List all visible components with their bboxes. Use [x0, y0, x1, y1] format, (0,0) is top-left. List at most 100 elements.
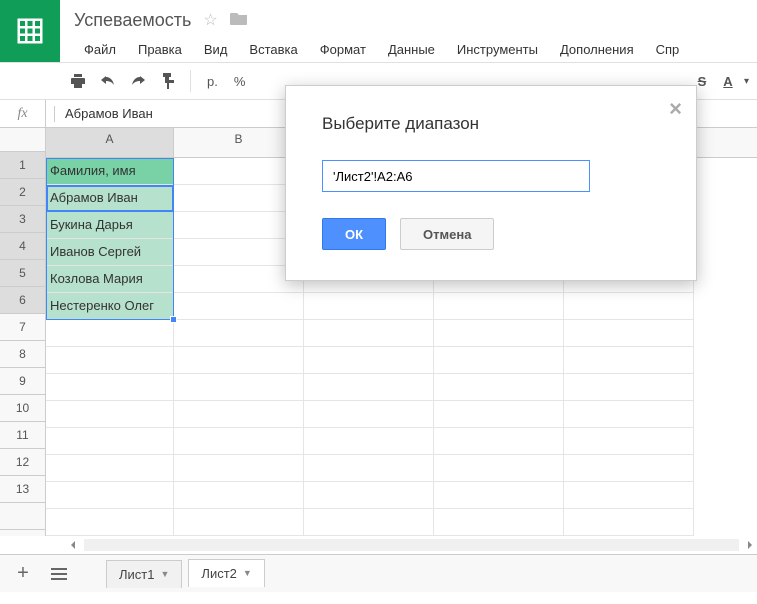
- menu-item[interactable]: Формат: [310, 38, 376, 61]
- chevron-down-icon[interactable]: ▼: [160, 569, 169, 579]
- cell[interactable]: [564, 347, 694, 374]
- cell[interactable]: [174, 401, 304, 428]
- fill-handle[interactable]: [170, 316, 177, 323]
- folder-icon[interactable]: [230, 11, 248, 30]
- currency-format-button[interactable]: р.: [203, 74, 222, 89]
- row-header[interactable]: 2: [0, 179, 45, 206]
- range-input[interactable]: [322, 160, 590, 192]
- cell[interactable]: [304, 455, 434, 482]
- cell[interactable]: [434, 401, 564, 428]
- cell[interactable]: [304, 374, 434, 401]
- cell[interactable]: [46, 347, 174, 374]
- cell[interactable]: Иванов Сергей: [46, 239, 174, 266]
- close-icon[interactable]: ×: [669, 96, 682, 122]
- menu-item[interactable]: Вид: [194, 38, 238, 61]
- cell[interactable]: Фамилия, имя: [46, 158, 174, 185]
- row-header[interactable]: 12: [0, 449, 45, 476]
- cell[interactable]: [564, 482, 694, 509]
- cell[interactable]: [174, 509, 304, 536]
- cell[interactable]: [304, 482, 434, 509]
- row-header[interactable]: 7: [0, 314, 45, 341]
- menu-item[interactable]: Правка: [128, 38, 192, 61]
- scroll-left-icon[interactable]: [66, 538, 80, 552]
- cell[interactable]: [46, 428, 174, 455]
- cell[interactable]: [434, 482, 564, 509]
- cell[interactable]: [174, 455, 304, 482]
- row-header[interactable]: 8: [0, 341, 45, 368]
- cell[interactable]: [564, 509, 694, 536]
- toolbar-more-icon[interactable]: ▾: [744, 76, 749, 87]
- cell[interactable]: [564, 320, 694, 347]
- paint-format-icon[interactable]: [158, 71, 178, 91]
- cell[interactable]: [174, 428, 304, 455]
- cell[interactable]: [434, 347, 564, 374]
- cell[interactable]: [174, 347, 304, 374]
- cell[interactable]: [564, 401, 694, 428]
- horizontal-scrollbar[interactable]: [0, 536, 757, 554]
- all-sheets-button[interactable]: [44, 559, 74, 589]
- cell[interactable]: [304, 428, 434, 455]
- row-header[interactable]: 3: [0, 206, 45, 233]
- row-header[interactable]: 9: [0, 368, 45, 395]
- row-header[interactable]: 11: [0, 422, 45, 449]
- sheet-tab-1[interactable]: Лист1 ▼: [106, 560, 182, 588]
- cancel-button[interactable]: Отмена: [400, 218, 494, 250]
- cell[interactable]: [434, 455, 564, 482]
- menu-item[interactable]: Данные: [378, 38, 445, 61]
- undo-icon[interactable]: [98, 71, 118, 91]
- percent-format-button[interactable]: %: [230, 74, 250, 89]
- cell[interactable]: [564, 428, 694, 455]
- scroll-right-icon[interactable]: [743, 538, 757, 552]
- menu-item[interactable]: Дополнения: [550, 38, 644, 61]
- row-header[interactable]: [0, 503, 45, 530]
- row-header[interactable]: 6: [0, 287, 45, 314]
- add-sheet-button[interactable]: +: [8, 559, 38, 589]
- cell[interactable]: [46, 401, 174, 428]
- cell[interactable]: Букина Дарья: [46, 212, 174, 239]
- cell[interactable]: [434, 374, 564, 401]
- cell[interactable]: [434, 428, 564, 455]
- cell[interactable]: [564, 455, 694, 482]
- cell[interactable]: [46, 482, 174, 509]
- cell[interactable]: [46, 320, 174, 347]
- menu-item[interactable]: Вставка: [239, 38, 307, 61]
- print-icon[interactable]: [68, 71, 88, 91]
- cell[interactable]: [564, 374, 694, 401]
- cell[interactable]: [434, 509, 564, 536]
- sheet-tab-2[interactable]: Лист2 ▼: [188, 559, 264, 587]
- menu-item[interactable]: Файл: [74, 38, 126, 61]
- cell[interactable]: [46, 455, 174, 482]
- cell[interactable]: [304, 347, 434, 374]
- cell[interactable]: [304, 293, 434, 320]
- document-title[interactable]: Успеваемость: [74, 10, 191, 31]
- cell[interactable]: [174, 374, 304, 401]
- column-header[interactable]: A: [46, 128, 174, 157]
- row-header[interactable]: 13: [0, 476, 45, 503]
- star-icon[interactable]: ☆: [203, 10, 217, 30]
- chevron-down-icon[interactable]: ▼: [243, 568, 252, 578]
- cell[interactable]: [434, 320, 564, 347]
- cell[interactable]: [304, 401, 434, 428]
- cell[interactable]: [434, 293, 564, 320]
- row-header[interactable]: 10: [0, 395, 45, 422]
- menu-item[interactable]: Спр: [646, 38, 690, 61]
- cell[interactable]: [174, 482, 304, 509]
- menu-item[interactable]: Инструменты: [447, 38, 548, 61]
- cell[interactable]: [304, 509, 434, 536]
- cell[interactable]: [174, 293, 304, 320]
- cell[interactable]: [46, 509, 174, 536]
- row-header[interactable]: 1: [0, 152, 45, 179]
- cell[interactable]: [46, 374, 174, 401]
- row-header[interactable]: 5: [0, 260, 45, 287]
- select-all-corner[interactable]: [0, 128, 46, 152]
- ok-button[interactable]: ОК: [322, 218, 386, 250]
- cell[interactable]: [174, 320, 304, 347]
- cell[interactable]: Козлова Мария: [46, 266, 174, 293]
- row-header[interactable]: 4: [0, 233, 45, 260]
- redo-icon[interactable]: [128, 71, 148, 91]
- cell[interactable]: [304, 320, 434, 347]
- app-icon[interactable]: [0, 0, 60, 62]
- cell[interactable]: Абрамов Иван: [46, 185, 174, 212]
- cell[interactable]: Нестеренко Олег: [46, 293, 174, 320]
- text-color-icon[interactable]: A: [718, 71, 738, 91]
